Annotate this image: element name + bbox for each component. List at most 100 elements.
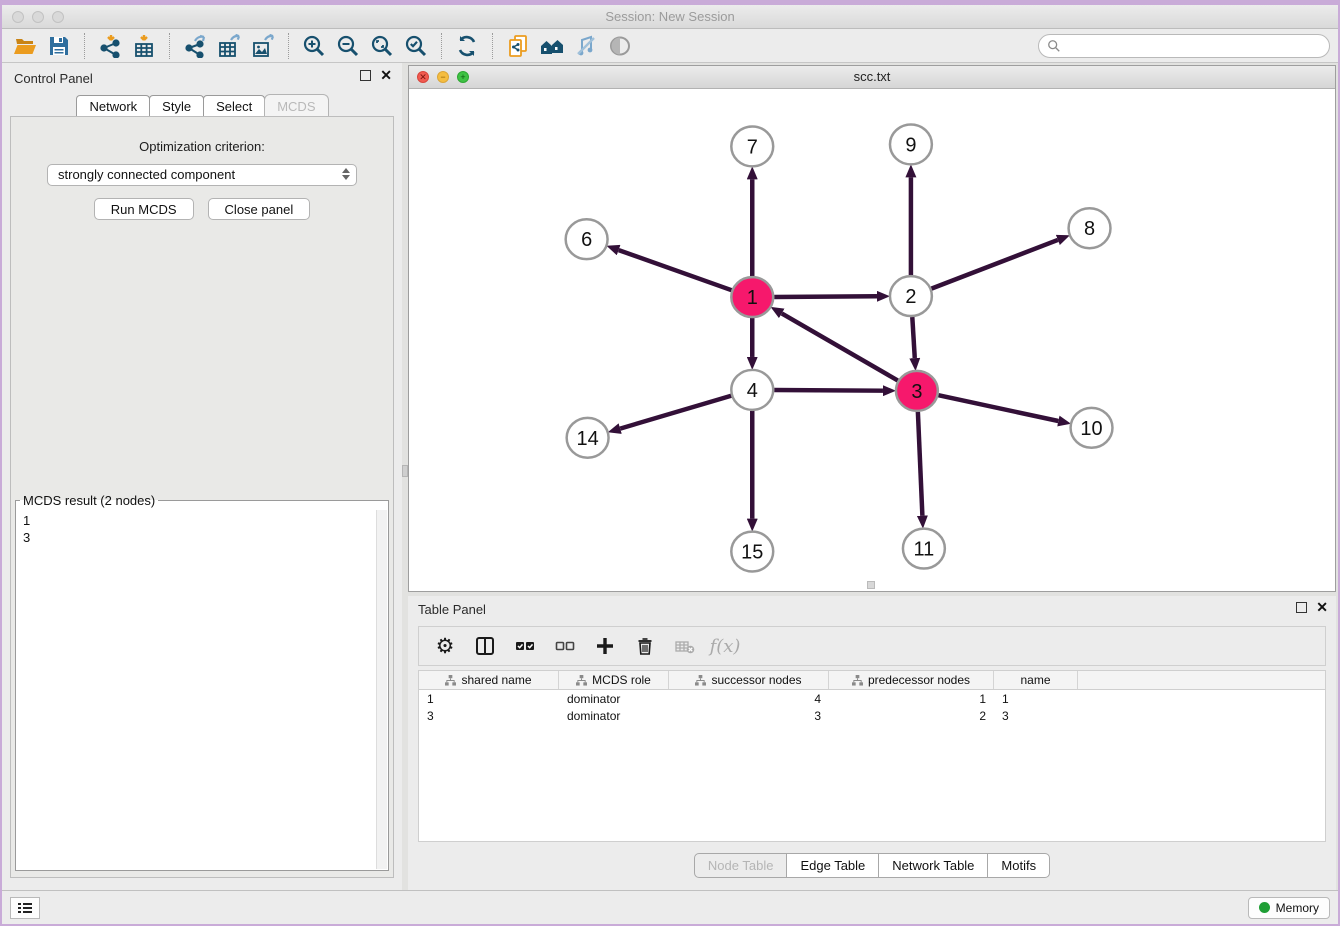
deselect-all-icon xyxy=(555,636,575,656)
delete-table-button[interactable] xyxy=(673,634,697,658)
copy-network-button[interactable] xyxy=(503,32,533,60)
export-image-button[interactable] xyxy=(248,32,278,60)
control-panel-title: Control Panel xyxy=(14,71,93,86)
export-table-button[interactable] xyxy=(214,32,244,60)
task-history-button[interactable] xyxy=(10,897,40,919)
open-session-button[interactable] xyxy=(10,32,40,60)
optimization-criterion-label: Optimization criterion: xyxy=(11,139,393,154)
cell-predecessor-nodes[interactable]: 1 xyxy=(829,692,994,706)
close-window-button[interactable] xyxy=(12,11,24,23)
zoom-window-button[interactable] xyxy=(52,11,64,23)
tab-select[interactable]: Select xyxy=(203,95,265,116)
import-table-button[interactable] xyxy=(129,32,159,60)
tab-mcds[interactable]: MCDS xyxy=(264,94,328,116)
columns-icon xyxy=(475,636,495,656)
graph-edge[interactable] xyxy=(918,412,923,516)
result-scrollbar[interactable] xyxy=(376,510,387,869)
copy-network-icon xyxy=(506,34,530,58)
table-settings-button[interactable]: ⚙ xyxy=(433,634,457,658)
deselect-all-button[interactable] xyxy=(553,634,577,658)
graph-edge[interactable] xyxy=(931,240,1057,289)
cell-name[interactable]: 3 xyxy=(994,709,1078,723)
search-input[interactable] xyxy=(1066,38,1321,53)
tab-style[interactable]: Style xyxy=(149,95,204,116)
criterion-select[interactable]: strongly connected component xyxy=(47,164,357,186)
table-row[interactable]: 3 dominator 3 2 3 xyxy=(419,707,1325,724)
graph-edge[interactable] xyxy=(912,317,914,358)
zoom-in-button[interactable] xyxy=(299,32,329,60)
toolbar-separator xyxy=(288,33,289,59)
network-graph[interactable]: 7968124314101511 xyxy=(409,89,1335,591)
table-panel-title: Table Panel xyxy=(418,602,486,617)
graph-node-label: 15 xyxy=(741,542,763,564)
network-view-window: ✕ − + scc.txt 7968124314101511 xyxy=(408,65,1336,592)
close-table-panel-icon[interactable]: ✕ xyxy=(1316,602,1328,613)
cell-shared-name[interactable]: 3 xyxy=(419,709,559,723)
hide-annotations-button[interactable] xyxy=(571,32,601,60)
maximize-view-button[interactable]: + xyxy=(457,71,469,83)
tab-network-table[interactable]: Network Table xyxy=(878,853,988,878)
cell-predecessor-nodes[interactable]: 2 xyxy=(829,709,994,723)
column-header-mcds-role[interactable]: MCDS role xyxy=(559,671,669,689)
import-network-button[interactable] xyxy=(95,32,125,60)
close-panel-icon[interactable]: ✕ xyxy=(380,70,392,81)
memory-status-icon xyxy=(1259,902,1270,913)
delete-button[interactable] xyxy=(633,634,657,658)
titlebar: Session: New Session xyxy=(2,5,1338,29)
function-builder-button[interactable]: f(x) xyxy=(713,634,737,658)
export-network-button[interactable] xyxy=(180,32,210,60)
cell-mcds-role[interactable]: dominator xyxy=(559,692,669,706)
function-icon: f(x) xyxy=(710,636,741,657)
graph-node-label: 3 xyxy=(911,381,922,403)
show-columns-button[interactable] xyxy=(473,634,497,658)
zoom-selected-button[interactable] xyxy=(401,32,431,60)
gear-icon: ⚙ xyxy=(436,636,455,657)
export-table-icon xyxy=(217,34,241,58)
column-header-predecessor-nodes[interactable]: predecessor nodes xyxy=(829,671,994,689)
graph-edge[interactable] xyxy=(774,390,883,391)
eye-button[interactable] xyxy=(605,32,635,60)
graph-edge[interactable] xyxy=(782,313,898,380)
column-type-icon xyxy=(445,675,456,686)
add-column-button[interactable] xyxy=(593,634,617,658)
canvas-splitter-handle-icon[interactable] xyxy=(867,581,875,589)
select-all-button[interactable] xyxy=(513,634,537,658)
zoom-fit-button[interactable] xyxy=(367,32,397,60)
home-button[interactable] xyxy=(537,32,567,60)
cell-successor-nodes[interactable]: 4 xyxy=(669,692,829,706)
open-folder-icon xyxy=(13,34,37,58)
tab-motifs[interactable]: Motifs xyxy=(987,853,1050,878)
float-panel-icon[interactable] xyxy=(360,70,371,81)
graph-edge[interactable] xyxy=(619,250,732,290)
tab-edge-table[interactable]: Edge Table xyxy=(786,853,879,878)
cell-successor-nodes[interactable]: 3 xyxy=(669,709,829,723)
minimize-window-button[interactable] xyxy=(32,11,44,23)
minimize-view-button[interactable]: − xyxy=(437,71,449,83)
table-row[interactable]: 1 dominator 4 1 1 xyxy=(419,690,1325,707)
column-header-name[interactable]: name xyxy=(994,671,1078,689)
close-view-button[interactable]: ✕ xyxy=(417,71,429,83)
tab-node-table[interactable]: Node Table xyxy=(694,853,788,878)
tab-network[interactable]: Network xyxy=(76,95,150,116)
graph-node-label: 14 xyxy=(577,428,599,450)
cell-mcds-role[interactable]: dominator xyxy=(559,709,669,723)
import-network-icon xyxy=(98,34,122,58)
cell-name[interactable]: 1 xyxy=(994,692,1078,706)
save-session-button[interactable] xyxy=(44,32,74,60)
search-box xyxy=(1038,34,1330,58)
run-mcds-button[interactable]: Run MCDS xyxy=(94,198,194,220)
network-canvas[interactable]: 7968124314101511 xyxy=(409,89,1335,591)
refresh-button[interactable] xyxy=(452,32,482,60)
graph-edge[interactable] xyxy=(938,395,1058,421)
column-header-shared-name[interactable]: shared name xyxy=(419,671,559,689)
cell-shared-name[interactable]: 1 xyxy=(419,692,559,706)
memory-button[interactable]: Memory xyxy=(1248,897,1330,919)
column-header-successor-nodes[interactable]: successor nodes xyxy=(669,671,829,689)
select-all-icon xyxy=(515,636,535,656)
graph-edge[interactable] xyxy=(620,396,731,429)
graph-edge[interactable] xyxy=(774,296,877,297)
close-panel-button[interactable]: Close panel xyxy=(208,198,311,220)
zoom-out-button[interactable] xyxy=(333,32,363,60)
float-table-panel-icon[interactable] xyxy=(1296,602,1307,613)
mcds-result-text[interactable]: 1 3 xyxy=(17,510,375,869)
